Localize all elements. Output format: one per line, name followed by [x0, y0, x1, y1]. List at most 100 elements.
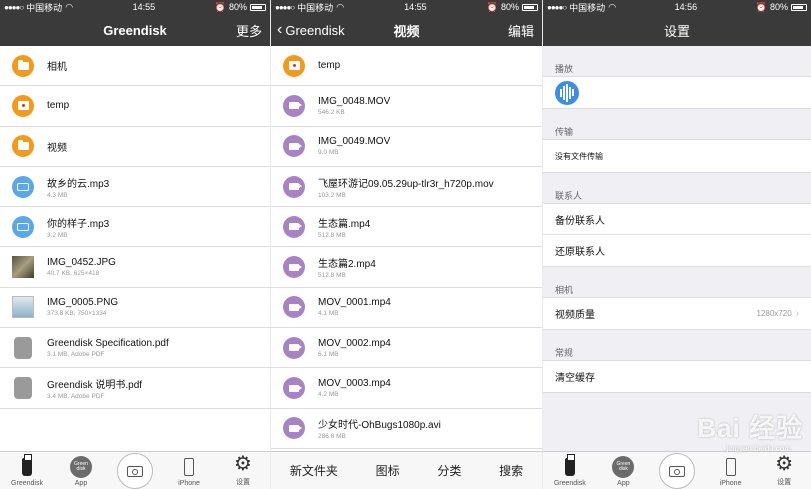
list-item[interactable]: temp [0, 86, 270, 127]
file-name: IMG_0005.PNG [47, 297, 119, 309]
new-folder-button[interactable]: 新文件夹 [290, 462, 338, 479]
list-item[interactable]: 视频 [0, 127, 270, 167]
gear-icon: ⚙ [775, 453, 794, 475]
list-item[interactable]: 你的样子.mp3 3.2 MB [0, 207, 270, 248]
list-item-text: temp [318, 60, 340, 71]
camera-button[interactable] [110, 453, 160, 489]
wifi-icon: ◠ [336, 1, 345, 12]
transfer-group: 没有文件传输 [543, 139, 811, 173]
list-item[interactable]: 少女时代-OhBugs1080p.avi 286.6 MB [271, 409, 542, 449]
file-name: 少女时代-OhBugs1080p.avi [318, 420, 441, 432]
file-meta: 546.2 KB [318, 108, 345, 116]
list-item[interactable]: 飞屋环游记09.05.29up-tlr3r_h720p.mov 103.2 MB [271, 167, 542, 208]
phone-icon [184, 458, 194, 476]
tab-greendisk[interactable]: Greendisk [2, 454, 52, 487]
battery-icon [250, 3, 266, 11]
camera-group: 视频质量 1280x720 › [543, 297, 811, 330]
section-header-camera: 相机 [555, 285, 574, 295]
baidu-watermark: Bai 经验 [697, 413, 803, 443]
gear-icon: ⚙ [234, 453, 252, 475]
edit-button[interactable]: 编辑 [508, 21, 534, 40]
tab-settings[interactable]: ⚙ 设置 [759, 453, 809, 487]
list-item-text: temp [47, 100, 69, 111]
list-item[interactable]: MOV_0001.mp4 4.1 MB [271, 288, 542, 329]
file-name: temp [318, 60, 341, 72]
file-name: MOV_0002.mp4 [318, 337, 391, 349]
audio-file-icon [12, 215, 34, 238]
section-header-play: 播放 [555, 64, 574, 74]
list-item[interactable]: 故乡的云.mp3 4.3 MB [0, 167, 270, 208]
file-name: 你的样子.mp3 [47, 218, 110, 230]
list-item[interactable]: 相机 [0, 46, 270, 87]
backup-contacts-row[interactable]: 备份联系人 [543, 204, 811, 235]
restore-contacts-row[interactable]: 还原联系人 [543, 235, 811, 266]
chevron-right-icon: › [795, 308, 799, 319]
tab-iphone[interactable]: iPhone [706, 456, 756, 487]
clear-cache-label: 清空缓存 [555, 373, 595, 384]
video-quality-row[interactable]: 视频质量 1280x720 › [543, 298, 811, 329]
tab-settings[interactable]: ⚙ 设置 [218, 453, 268, 487]
list-item[interactable]: 生态篇.mp4 512.8 MB [271, 207, 542, 248]
icon-view-button[interactable]: 图标 [376, 462, 400, 479]
wifi-icon: ◠ [65, 1, 74, 12]
image-thumbnail [12, 256, 34, 279]
list-item[interactable]: MOV_0002.mp4 6.1 MB [271, 328, 542, 369]
file-name: MOV_0001.mp4 [318, 297, 391, 309]
tab-label: 设置 [236, 479, 250, 486]
video-folder-panel: ●●●●○ 中国移动 ◠ 14:55 ⏰ 80% ‹ Greendisk 视频 编辑 t… [271, 0, 542, 489]
list-item[interactable]: MOV_0003.mp4 4.2 MB [271, 368, 542, 409]
list-item[interactable]: Greendisk Specification.pdf 3.1 MB, Adobe… [0, 328, 270, 369]
signal-icon: ●●●●○ [547, 2, 567, 12]
list-item[interactable]: temp [271, 46, 542, 87]
video-list: temp IMG_0048.MOV 546.2 KB IMG_0049.MOV 9.0 … [271, 46, 542, 449]
player-row[interactable] [543, 77, 811, 108]
battery-label: 80% [228, 2, 247, 12]
category-button[interactable]: 分类 [437, 462, 461, 479]
file-name: 相机 [47, 62, 67, 74]
list-item[interactable]: 生态篇2.mp4 512.8 MB [271, 247, 542, 288]
list-item-text: 相机 [47, 58, 67, 73]
tab-app[interactable]: Green disk App [56, 456, 106, 487]
more-button[interactable]: 更多 [236, 21, 262, 40]
video-quality-label: 视频质量 [555, 310, 595, 321]
usb-drive-icon [564, 454, 575, 476]
tab-iphone[interactable]: iPhone [164, 456, 214, 487]
file-meta: 6.1 MB [318, 350, 339, 358]
file-name: 生态篇2.mp4 [318, 259, 376, 271]
chevron-left-icon: ‹ [277, 21, 283, 38]
tab-greendisk[interactable]: Greendisk [545, 454, 595, 487]
status-bar: ●●●●○ 中国移动 ◠ 14:55 ⏰ 80% [271, 0, 542, 14]
list-item-text: 你的样子.mp3 3.2 MB [47, 215, 109, 239]
back-button[interactable]: ‹ Greendisk [277, 21, 345, 39]
status-time: 14:56 [674, 2, 698, 12]
camera-icon [668, 465, 685, 477]
list-item[interactable]: IMG_0049.MOV 9.0 MB [271, 127, 542, 167]
clear-cache-row[interactable]: 清空缓存 [543, 361, 811, 392]
file-meta: 3.2 MB [47, 231, 68, 239]
tab-app[interactable]: Green disk App [598, 456, 648, 487]
alarm-icon: ⏰ [486, 1, 498, 12]
signal-icon: ●●●●○ [275, 2, 295, 12]
video-file-icon [283, 377, 305, 400]
file-name: 故乡的云.mp3 [47, 178, 110, 190]
file-name: 视频 [47, 142, 67, 154]
list-item-text: IMG_0452.JPG 40.7 KB, 625×418 [47, 257, 116, 277]
file-name: Greendisk 说明书.pdf [47, 380, 143, 392]
list-item-text: IMG_0005.PNG 373.8 KB, 750×1334 [47, 297, 118, 317]
page-title: Greendisk [103, 22, 167, 38]
tab-label: iPhone [719, 480, 742, 487]
camera-button[interactable] [652, 453, 702, 489]
tab-label: Greendisk [553, 480, 586, 487]
list-item-text: Greendisk 说明书.pdf 3.4 MB, Adobe PDF [47, 376, 142, 400]
list-item[interactable]: IMG_0452.JPG 40.7 KB, 625×418 [0, 247, 270, 288]
list-item[interactable]: Greendisk 说明书.pdf 3.4 MB, Adobe PDF [0, 368, 270, 409]
list-item-text: MOV_0001.mp4 4.1 MB [318, 297, 391, 317]
search-button[interactable]: 搜索 [499, 462, 523, 479]
list-item[interactable]: IMG_0005.PNG 373.8 KB, 750×1334 [0, 288, 270, 329]
list-item[interactable]: IMG_0048.MOV 546.2 KB [271, 86, 542, 127]
file-meta: 3.4 MB, Adobe PDF [47, 393, 105, 401]
file-list: 相机 temp 视频故乡的云.mp3 4.3 MB 你的样子.mp3 3.2 MB IMG_… [0, 46, 270, 409]
list-item-text: 飞屋环游记09.05.29up-tlr3r_h720p.mov 103.2 MB [318, 175, 494, 199]
back-label: Greendisk [285, 22, 345, 38]
list-item-text: IMG_0048.MOV 546.2 KB [318, 96, 390, 116]
